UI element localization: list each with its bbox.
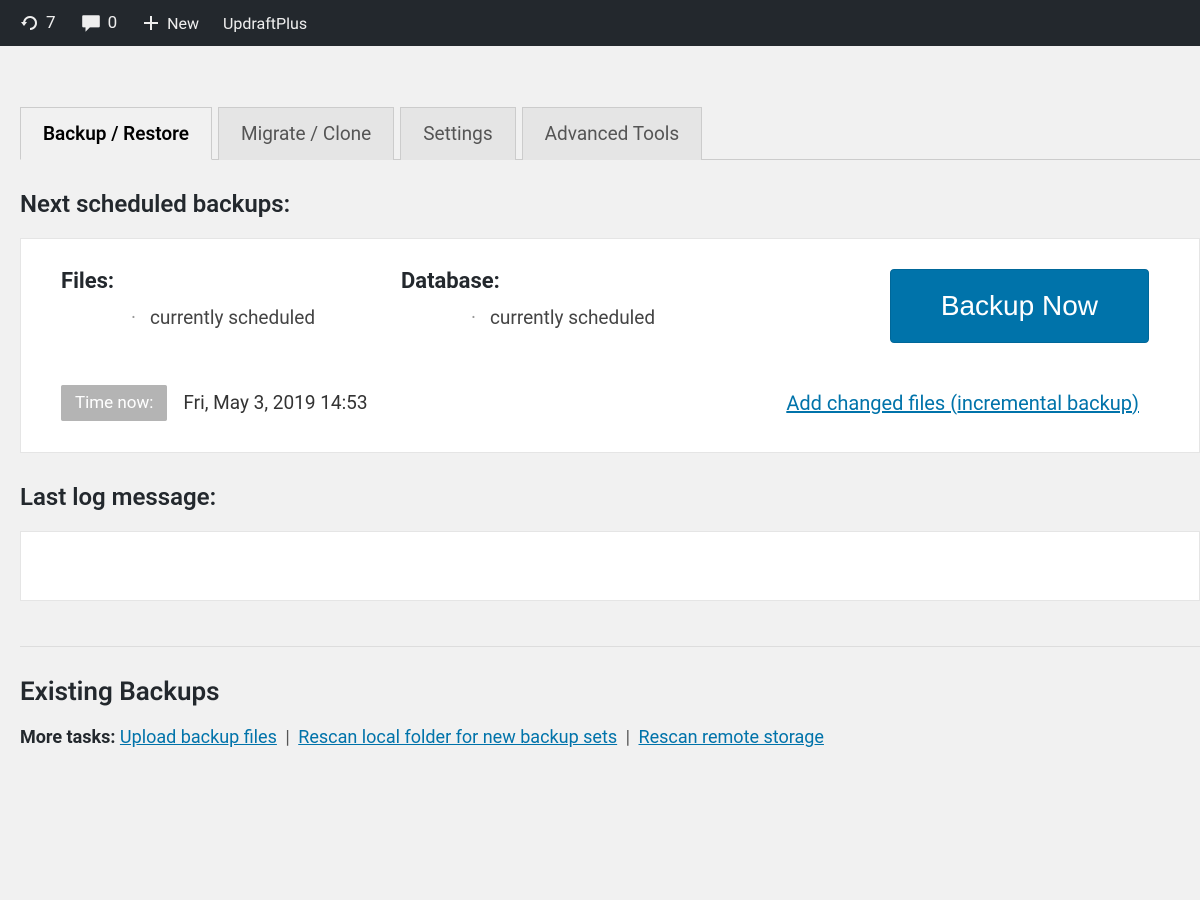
admin-bar-new[interactable]: New [129, 0, 211, 46]
admin-bar-updraftplus[interactable]: UpdraftPlus [211, 0, 319, 46]
comments-count: 0 [108, 13, 118, 33]
plus-icon [141, 13, 161, 33]
scheduled-backups-panel: Files: currently scheduled Database: cur… [20, 238, 1200, 453]
separator: | [285, 727, 289, 748]
last-log-heading: Last log message: [20, 483, 1200, 511]
tabs-nav: Backup / Restore Migrate / Clone Setting… [20, 106, 1200, 160]
schedule-row: Files: currently scheduled Database: cur… [61, 269, 1159, 343]
database-label: Database: [401, 269, 789, 294]
separator: | [626, 727, 630, 748]
tab-migrate-clone[interactable]: Migrate / Clone [218, 107, 394, 160]
time-left: Time now: Fri, May 3, 2019 14:53 [61, 383, 384, 422]
admin-bar: 7 0 New UpdraftPlus [0, 0, 1200, 46]
updates-count: 7 [46, 13, 56, 33]
files-status: currently scheduled [61, 306, 401, 329]
admin-bar-updates[interactable]: 7 [8, 0, 68, 46]
comment-icon [80, 12, 102, 34]
tab-backup-restore[interactable]: Backup / Restore [20, 107, 212, 160]
files-label: Files: [61, 269, 401, 294]
content-area: Backup / Restore Migrate / Clone Setting… [0, 106, 1200, 748]
new-label: New [167, 14, 199, 33]
rescan-local-link[interactable]: Rescan local folder for new backup sets [298, 727, 617, 748]
section-divider [20, 646, 1200, 647]
time-now-value: Fri, May 3, 2019 14:53 [167, 383, 383, 422]
next-scheduled-heading: Next scheduled backups: [20, 190, 1200, 218]
incremental-backup-link[interactable]: Add changed files (incremental backup) [786, 391, 1159, 415]
updraftplus-label: UpdraftPlus [223, 14, 307, 33]
rescan-remote-link[interactable]: Rescan remote storage [639, 727, 824, 748]
tab-settings[interactable]: Settings [400, 107, 515, 160]
tab-advanced-tools[interactable]: Advanced Tools [522, 107, 703, 160]
more-tasks: More tasks: Upload backup files | Rescan… [20, 727, 1200, 748]
admin-bar-comments[interactable]: 0 [68, 0, 130, 46]
upload-backup-files-link[interactable]: Upload backup files [120, 727, 277, 748]
files-column: Files: currently scheduled [61, 269, 401, 343]
refresh-icon [20, 13, 40, 33]
more-tasks-prefix: More tasks: [20, 727, 115, 748]
last-log-panel [20, 531, 1200, 601]
database-status: currently scheduled [401, 306, 789, 329]
time-now-label: Time now: [61, 385, 167, 421]
backup-now-button[interactable]: Backup Now [890, 269, 1149, 343]
database-column: Database: currently scheduled [401, 269, 789, 343]
existing-backups-heading: Existing Backups [20, 677, 1200, 707]
action-column: Backup Now [789, 269, 1159, 343]
time-row: Time now: Fri, May 3, 2019 14:53 Add cha… [61, 383, 1159, 422]
